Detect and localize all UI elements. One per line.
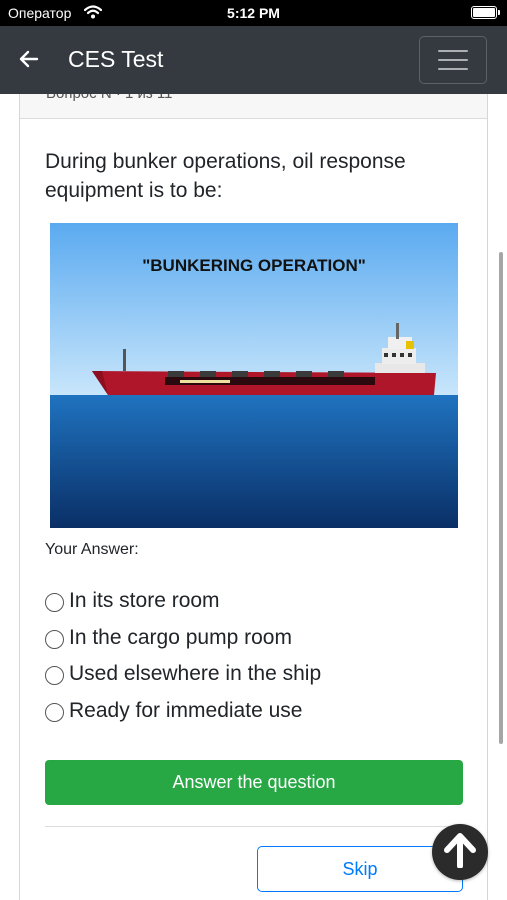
radio-button[interactable] — [45, 592, 64, 612]
divider — [45, 826, 463, 827]
scrollbar[interactable] — [499, 252, 503, 744]
battery-icon — [471, 6, 500, 19]
scroll-to-top-button[interactable] — [432, 824, 488, 880]
back-button[interactable] — [14, 46, 44, 76]
menu-button[interactable] — [419, 36, 487, 84]
answer-button[interactable]: Answer the question — [45, 760, 463, 805]
answer-label: Your Answer: — [45, 541, 139, 558]
card-header: Вопрос N · 1 из 11 — [20, 94, 487, 119]
option-label: Ready for immediate use — [69, 699, 303, 722]
arrow-up-icon — [443, 832, 477, 873]
hamburger-menu-icon — [438, 50, 468, 52]
navbar: CES Test — [0, 26, 507, 94]
option-store-room[interactable]: In its store room — [45, 589, 220, 613]
screen: Оператор 5:12 PM CES Test During bunker … — [0, 0, 507, 900]
option-used-elsewhere[interactable]: Used elsewhere in the ship — [45, 662, 321, 686]
option-label: In the cargo pump room — [69, 626, 292, 649]
status-bar: Оператор 5:12 PM — [0, 0, 507, 26]
option-ready-immediate[interactable]: Ready for immediate use — [45, 699, 302, 723]
radio-button[interactable] — [45, 665, 64, 685]
arrow-left-icon — [19, 50, 39, 73]
question-text: During bunker operations, oil response e… — [45, 150, 406, 202]
question-counter: Вопрос N · 1 из 11 — [46, 94, 173, 102]
option-label: In its store room — [69, 589, 220, 612]
clock: 5:12 PM — [227, 5, 280, 21]
radio-button[interactable] — [45, 629, 64, 649]
image-caption: "BUNKERING OPERATION" — [142, 256, 366, 275]
question-image: "BUNKERING OPERATION" — [50, 223, 458, 528]
radio-button[interactable] — [45, 702, 64, 722]
option-cargo-pump-room[interactable]: In the cargo pump room — [45, 626, 292, 650]
page-title: CES Test — [68, 46, 164, 72]
option-label: Used elsewhere in the ship — [69, 662, 322, 685]
